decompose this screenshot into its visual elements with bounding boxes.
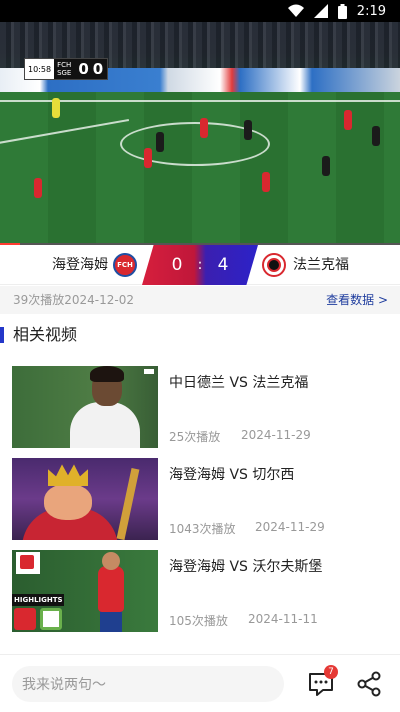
away-team-name: 法兰克福 (293, 257, 349, 273)
related-video-item[interactable]: 海登海姆 VS 切尔西 1043次播放 2024-11-29 (12, 458, 388, 542)
video-player[interactable]: 10:58 FCH SGE 0 0 (0, 22, 400, 244)
overlay-away-abbr: SGE (57, 69, 72, 77)
bottom-action-bar: 我来说两句～ 7 (0, 654, 400, 712)
related-video-item[interactable]: 中日德兰 VS 法兰克福 25次播放 2024-11-29 (12, 366, 388, 450)
status-time: 2:19 (356, 3, 386, 19)
away-team-logo (262, 253, 286, 277)
comment-input[interactable]: 我来说两句～ (12, 666, 284, 702)
comment-count-badge: 7 (324, 665, 338, 679)
home-team-name: 海登海姆 (52, 257, 108, 273)
video-date: 2024-11-11 (248, 612, 318, 626)
video-date: 2024-11-29 (255, 520, 325, 534)
signal-icon (313, 4, 328, 18)
home-team-logo: FCH (113, 253, 137, 277)
battery-icon (337, 3, 347, 19)
highlights-label: HIGHLIGHTS (12, 594, 64, 606)
score-box: 0 : 4 (142, 245, 258, 285)
overlay-away-score: 0 (92, 60, 104, 78)
overlay-home-score: 0 (78, 60, 89, 78)
live-score-overlay: 10:58 FCH SGE 0 0 (24, 58, 109, 80)
section-accent-bar (0, 327, 4, 343)
play-count-date: 39次播放2024-12-02 (13, 293, 135, 307)
pitch (0, 92, 400, 244)
view-data-link[interactable]: 查看数据 > (326, 286, 388, 314)
video-title[interactable]: 中日德兰 VS 法兰克福 (169, 372, 308, 392)
wifi-icon (287, 4, 304, 17)
status-bar: 2:19 (0, 0, 400, 22)
related-videos-title: 相关视频 (13, 325, 78, 344)
related-videos-header: 相关视频 (0, 318, 400, 354)
video-play-count: 25次播放 (169, 430, 221, 444)
score-separator: : (197, 257, 203, 273)
video-play-count: 105次播放 (169, 614, 228, 628)
video-thumbnail[interactable] (12, 458, 158, 540)
away-score: 4 (217, 255, 229, 275)
video-title[interactable]: 海登海姆 VS 切尔西 (169, 464, 294, 484)
video-thumbnail[interactable] (12, 366, 158, 448)
comment-placeholder: 我来说两句～ (22, 677, 106, 693)
home-score: 0 (171, 255, 183, 275)
video-meta-row: 39次播放2024-12-02 查看数据 > (0, 286, 400, 314)
video-thumbnail[interactable]: HIGHLIGHTS (12, 550, 158, 632)
overlay-home-abbr: FCH (57, 61, 72, 69)
match-score-bar: 海登海姆 FCH 0 : 4 法兰克福 (0, 245, 400, 285)
video-play-count: 1043次播放 (169, 522, 236, 536)
video-date: 2024-11-29 (241, 428, 311, 442)
video-title[interactable]: 海登海姆 VS 沃尔夫斯堡 (169, 556, 322, 576)
share-icon[interactable] (354, 669, 384, 699)
match-clock: 10:58 (25, 59, 55, 79)
related-video-item[interactable]: HIGHLIGHTS 海登海姆 VS 沃尔夫斯堡 105次播放 2024-11-… (12, 550, 388, 634)
